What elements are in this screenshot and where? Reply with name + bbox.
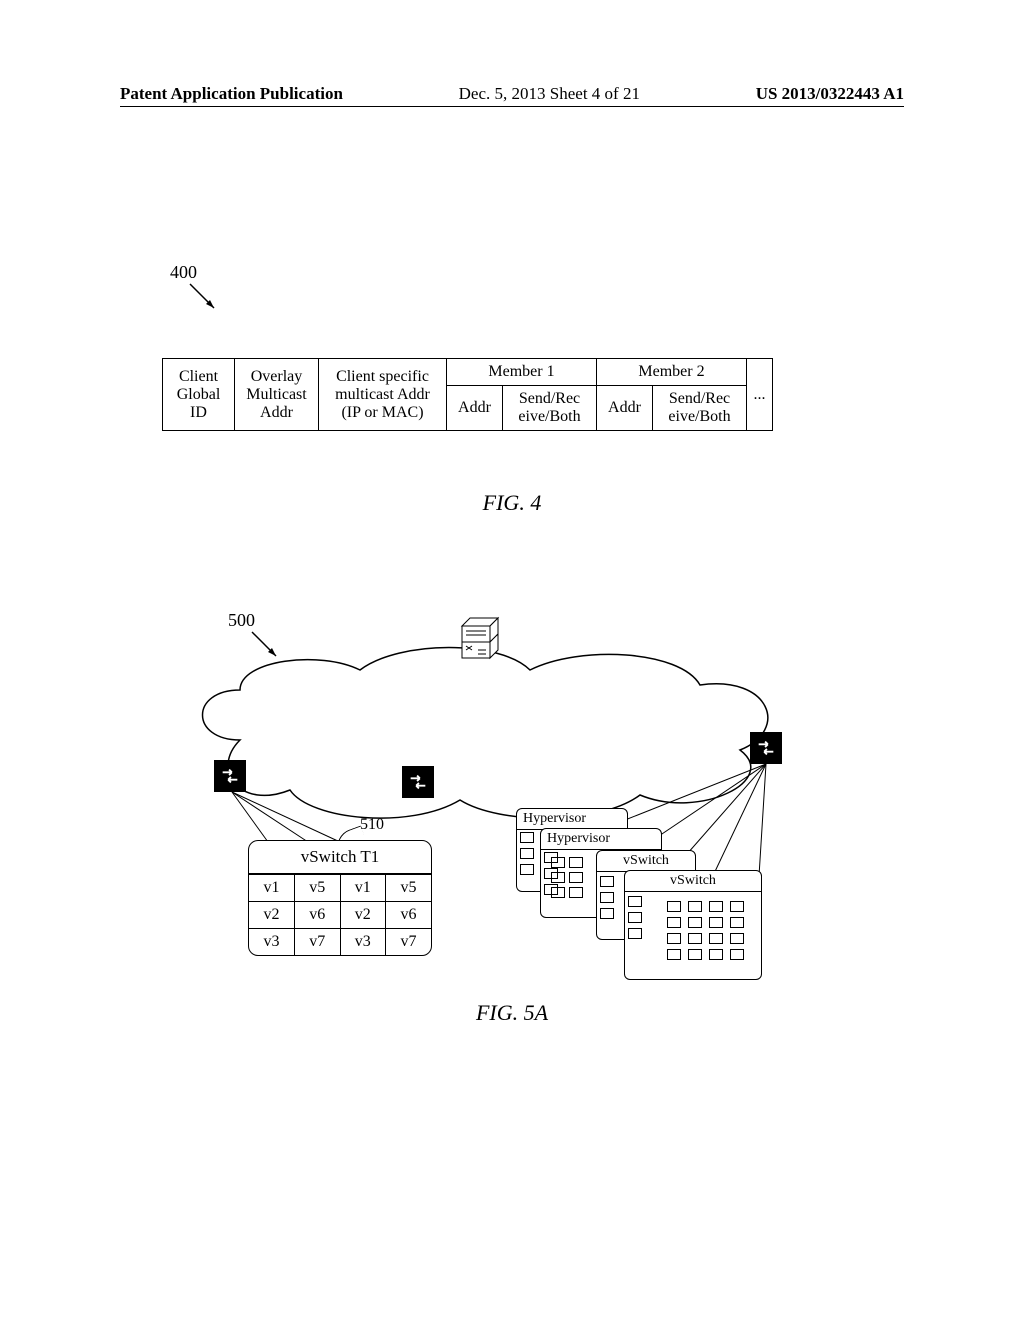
col-client-global-id: Client Global ID: [163, 359, 235, 431]
switch-icon: [750, 732, 782, 764]
col-m2-addr: Addr: [597, 386, 653, 431]
col-m1-srb: Send/Rec eive/Both: [503, 386, 597, 431]
fig4-header-row-1: Client Global ID Overlay Multicast Addr …: [163, 359, 773, 386]
vswitch-box-2: vSwitch: [624, 870, 762, 980]
table-row: v2 v6 v2 v6: [249, 902, 431, 929]
vswitch-t1-title: vSwitch T1: [249, 841, 431, 874]
col-client-specific-multicast-addr: Client specific multicast Addr (IP or MA…: [319, 359, 447, 431]
fig4-caption: FIG. 4: [0, 490, 1024, 516]
port-grid: [600, 876, 614, 919]
vswitch-label: vSwitch: [597, 851, 695, 872]
page-header: Patent Application Publication Dec. 5, 2…: [120, 84, 904, 107]
switch-icon: [214, 760, 246, 792]
fig5-diagram: 500 510 vSwitch T1: [180, 600, 800, 1000]
callout-510: 510: [360, 816, 384, 834]
vswitch-t1-table: v1 v5 v1 v5 v2 v6 v2 v6 v3 v7 v3 v7: [249, 874, 431, 955]
server-icon: [458, 616, 502, 662]
vswitch-t1-box: vSwitch T1 v1 v5 v1 v5 v2 v6 v2 v6 v3 v7…: [248, 840, 432, 956]
col-overlay-multicast-addr: Overlay Multicast Addr: [235, 359, 319, 431]
hypervisor-label: Hypervisor: [517, 809, 627, 830]
port-grid: [544, 852, 558, 895]
table-row: v1 v5 v1 v5: [249, 875, 431, 902]
header-left: Patent Application Publication: [120, 84, 343, 104]
table-row: v3 v7 v3 v7: [249, 929, 431, 956]
header-right: US 2013/0322443 A1: [756, 84, 904, 104]
col-m1-addr: Addr: [447, 386, 503, 431]
fig4-reference-number: 400: [170, 262, 197, 283]
fig5-caption: FIG. 5A: [0, 1000, 1024, 1026]
port-grid: [663, 897, 750, 964]
fig4-table: Client Global ID Overlay Multicast Addr …: [162, 358, 773, 431]
col-more: ...: [747, 359, 773, 431]
port-grid: [520, 832, 534, 875]
arrow-icon: [188, 282, 228, 322]
col-member-2: Member 2: [597, 359, 747, 386]
col-m2-srb: Send/Rec eive/Both: [653, 386, 747, 431]
hypervisor-label: Hypervisor: [541, 829, 661, 850]
col-member-1: Member 1: [447, 359, 597, 386]
switch-icon: [402, 766, 434, 798]
port-grid: [628, 896, 642, 939]
vswitch-label: vSwitch: [625, 871, 761, 892]
header-mid: Dec. 5, 2013 Sheet 4 of 21: [459, 84, 640, 104]
